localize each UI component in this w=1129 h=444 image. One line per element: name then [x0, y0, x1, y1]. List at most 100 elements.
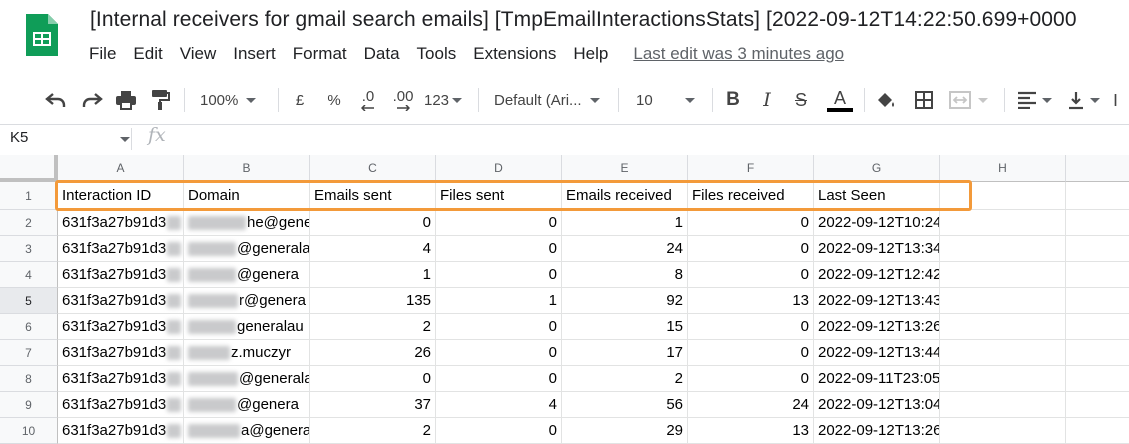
cell-b7[interactable]: z.muczyr [184, 340, 310, 366]
cell-f8[interactable]: 0 [688, 366, 814, 392]
cell-c5[interactable]: 135 [310, 288, 436, 314]
italic-button[interactable]: I [756, 86, 778, 114]
sheets-logo-icon[interactable] [24, 12, 60, 58]
cell-b2[interactable]: he@gene [184, 210, 310, 236]
cell-h9[interactable] [940, 392, 1066, 418]
row-header-5[interactable]: 5 [0, 288, 58, 314]
select-all-corner[interactable] [0, 155, 58, 182]
cell-e7[interactable]: 17 [562, 340, 688, 366]
cell-c4[interactable]: 1 [310, 262, 436, 288]
row-header-1[interactable]: 1 [0, 182, 58, 210]
currency-button[interactable]: £ [290, 86, 310, 114]
cell-e6[interactable]: 15 [562, 314, 688, 340]
cell-overflow[interactable] [1066, 418, 1129, 444]
column-header-next[interactable] [1066, 155, 1129, 182]
cell-b4[interactable]: @genera [184, 262, 310, 288]
cell-a3[interactable]: 631f3a27b91d3 [58, 236, 184, 262]
formula-input[interactable] [185, 126, 1125, 152]
cell-g3[interactable]: 2022-09-12T13:34:55.000+0000 [814, 236, 940, 262]
column-header-b[interactable]: B [184, 155, 310, 182]
menu-insert[interactable]: Insert [233, 44, 284, 64]
row-header-10[interactable]: 10 [0, 418, 58, 444]
cell-f10[interactable]: 13 [688, 418, 814, 444]
cell-e5[interactable]: 92 [562, 288, 688, 314]
column-header-f[interactable]: F [688, 155, 814, 182]
cell-c6[interactable]: 2 [310, 314, 436, 340]
menu-edit[interactable]: Edit [133, 44, 170, 64]
chevron-down-icon[interactable] [120, 137, 130, 142]
menu-data[interactable]: Data [364, 44, 408, 64]
name-box[interactable]: K5 [10, 129, 28, 146]
menu-help[interactable]: Help [573, 44, 616, 64]
menu-extensions[interactable]: Extensions [473, 44, 564, 64]
cell-e9[interactable]: 56 [562, 392, 688, 418]
cell-overflow[interactable] [1066, 288, 1129, 314]
cell-overflow[interactable] [1066, 392, 1129, 418]
cell-g4[interactable]: 2022-09-12T12:42:35.000+0000 [814, 262, 940, 288]
cell-b8[interactable]: @generala [184, 366, 310, 392]
bold-button[interactable]: B [722, 86, 744, 114]
cell-d3[interactable]: 0 [436, 236, 562, 262]
cell-a6[interactable]: 631f3a27b91d3 [58, 314, 184, 340]
cell-c3[interactable]: 4 [310, 236, 436, 262]
cell-overflow[interactable] [1066, 236, 1129, 262]
cell-d9[interactable]: 4 [436, 392, 562, 418]
row-header-7[interactable]: 7 [0, 340, 58, 366]
cell-h8[interactable] [940, 366, 1066, 392]
cell-d7[interactable]: 0 [436, 340, 562, 366]
cell-g9[interactable]: 2022-09-12T13:04:01.000+0000 [814, 392, 940, 418]
borders-button[interactable] [912, 86, 936, 114]
font-size-select[interactable]: 10 [636, 86, 702, 114]
menu-tools[interactable]: Tools [417, 44, 465, 64]
cell-h10[interactable] [940, 418, 1066, 444]
cell-a9[interactable]: 631f3a27b91d3 [58, 392, 184, 418]
cell-e3[interactable]: 24 [562, 236, 688, 262]
undo-button[interactable] [42, 86, 70, 114]
menu-view[interactable]: View [180, 44, 225, 64]
cell-f9[interactable]: 24 [688, 392, 814, 418]
row-header-9[interactable]: 9 [0, 392, 58, 418]
cell-e8[interactable]: 2 [562, 366, 688, 392]
cell-f2[interactable]: 0 [688, 210, 814, 236]
row-header-2[interactable]: 2 [0, 210, 58, 236]
cell-d5[interactable]: 1 [436, 288, 562, 314]
cell-f4[interactable]: 0 [688, 262, 814, 288]
column-header-a[interactable]: A [58, 155, 184, 182]
cell-e10[interactable]: 29 [562, 418, 688, 444]
cell-g5[interactable]: 2022-09-12T13:43:41.973+0000 [814, 288, 940, 314]
merge-cells-button[interactable] [948, 86, 988, 114]
column-header-d[interactable]: D [436, 155, 562, 182]
column-header-g[interactable]: G [814, 155, 940, 182]
increase-decimal-button[interactable]: .00 [390, 86, 416, 114]
text-wrap-button[interactable] [1114, 86, 1129, 114]
cell-overflow[interactable] [1066, 210, 1129, 236]
strikethrough-button[interactable]: S [790, 86, 812, 114]
cell-g7[interactable]: 2022-09-12T13:44:57.579+0000 [814, 340, 940, 366]
cell-a4[interactable]: 631f3a27b91d3 [58, 262, 184, 288]
cell-d10[interactable]: 0 [436, 418, 562, 444]
cell-d8[interactable]: 0 [436, 366, 562, 392]
cell-h6[interactable] [940, 314, 1066, 340]
cell-a8[interactable]: 631f3a27b91d3 [58, 366, 184, 392]
cell-overflow[interactable] [1066, 314, 1129, 340]
cell-g6[interactable]: 2022-09-12T13:26:04.000+0000 [814, 314, 940, 340]
cell-b6[interactable]: generalau [184, 314, 310, 340]
cell-b3[interactable]: @generala [184, 236, 310, 262]
cell-a5[interactable]: 631f3a27b91d3 [58, 288, 184, 314]
cell-a7[interactable]: 631f3a27b91d3 [58, 340, 184, 366]
cell-b9[interactable]: @genera [184, 392, 310, 418]
cell-overflow[interactable] [1066, 366, 1129, 392]
cell-b5[interactable]: r@genera [184, 288, 310, 314]
vertical-align-button[interactable] [1066, 86, 1106, 114]
cell-f3[interactable]: 0 [688, 236, 814, 262]
cell-g8[interactable]: 2022-09-11T23:05:00.000+0000 [814, 366, 940, 392]
cell-d6[interactable]: 0 [436, 314, 562, 340]
cell-f6[interactable]: 0 [688, 314, 814, 340]
menu-file[interactable]: File [89, 44, 124, 64]
cell-f7[interactable]: 0 [688, 340, 814, 366]
row-header-4[interactable]: 4 [0, 262, 58, 288]
cell-e4[interactable]: 8 [562, 262, 688, 288]
menu-format[interactable]: Format [293, 44, 355, 64]
paint-format-button[interactable] [146, 86, 174, 114]
cell-a10[interactable]: 631f3a27b91d3 [58, 418, 184, 444]
